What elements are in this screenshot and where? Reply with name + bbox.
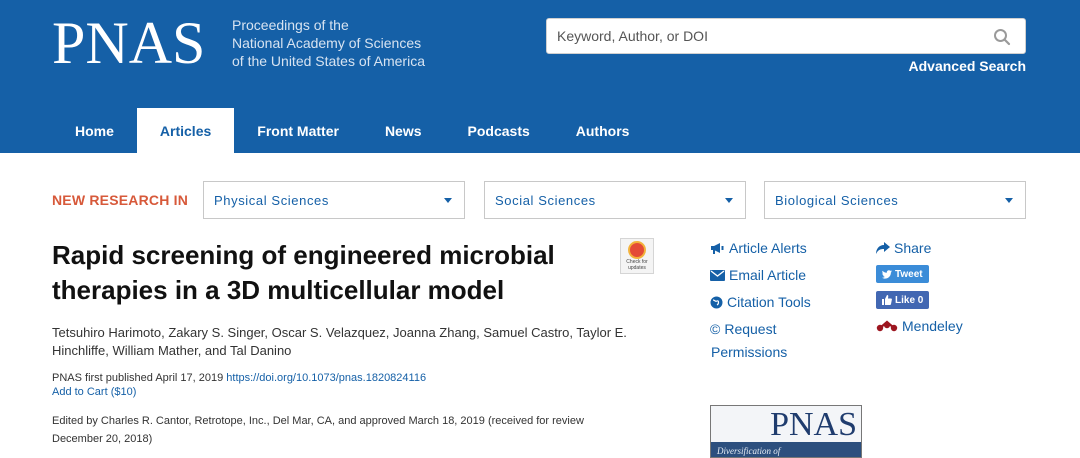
- crossmark-label: Check for updates: [626, 259, 648, 271]
- citation-tools-link[interactable]: Citation Tools: [710, 294, 811, 310]
- tab-articles[interactable]: Articles: [136, 108, 235, 153]
- tab-front-matter[interactable]: Front Matter: [234, 108, 362, 153]
- request-permissions-label-2: Permissions: [711, 344, 788, 360]
- biological-sciences-dropdown[interactable]: Biological Sciences: [764, 181, 1026, 219]
- globe-icon: [710, 296, 723, 308]
- chevron-down-icon: [1005, 198, 1013, 203]
- tagline-line-2: National Academy of Sciences: [232, 35, 422, 51]
- article-alerts-link[interactable]: Article Alerts: [710, 240, 807, 256]
- request-permissions-link-line-2[interactable]: Permissions: [711, 344, 787, 360]
- new-research-label: NEW RESEARCH IN: [52, 192, 189, 208]
- doi-link[interactable]: https://doi.org/10.1073/pnas.1820824116: [226, 372, 426, 384]
- mendeley-link[interactable]: Mendeley: [876, 318, 963, 334]
- envelope-icon: [710, 269, 725, 281]
- search-box: [546, 18, 1026, 54]
- mendeley-icon: [876, 320, 898, 332]
- chevron-down-icon: [725, 198, 733, 203]
- thumbs-up-icon: [882, 295, 892, 305]
- tab-authors[interactable]: Authors: [553, 108, 653, 153]
- tab-news[interactable]: News: [362, 108, 445, 153]
- share-arrow-icon: [876, 242, 890, 254]
- dropdown-label: Social Sciences: [495, 192, 596, 208]
- journal-tagline: Proceedings of the National Academy of S…: [232, 16, 425, 70]
- edited-by-note: Edited by Charles R. Cantor, Retrotope, …: [52, 415, 584, 445]
- check-for-updates-badge[interactable]: Check for updates: [620, 238, 654, 274]
- tagline-line-3: of the United States of America: [232, 53, 425, 69]
- email-article-link[interactable]: Email Article: [710, 267, 806, 283]
- twitter-bird-icon: [882, 269, 892, 279]
- email-article-label: Email Article: [729, 267, 807, 283]
- tweet-label: Tweet: [895, 268, 923, 280]
- dropdown-label: Biological Sciences: [775, 192, 899, 208]
- search-input[interactable]: [547, 19, 987, 53]
- tab-podcasts[interactable]: Podcasts: [445, 108, 553, 153]
- chevron-down-icon: [444, 198, 452, 203]
- cover-header: PNAS: [711, 406, 861, 442]
- mendeley-label: Mendeley: [902, 318, 963, 334]
- crossmark-icon: [628, 241, 646, 259]
- cover-band: Diversification of: [711, 442, 861, 457]
- add-to-cart-link[interactable]: Add to Cart ($10): [52, 386, 136, 398]
- author-list[interactable]: Tetsuhiro Harimoto, Zakary S. Singer, Os…: [52, 324, 652, 360]
- main-nav: Home Articles Front Matter News Podcasts…: [52, 108, 652, 153]
- publication-info: PNAS first published April 17, 2019 http…: [52, 370, 426, 386]
- tweet-button[interactable]: Tweet: [876, 265, 929, 283]
- share-label: Share: [894, 240, 932, 256]
- like-label: Like 0: [895, 294, 924, 306]
- dropdown-label: Physical Sciences: [214, 192, 329, 208]
- megaphone-icon: [711, 243, 724, 254]
- facebook-like-button[interactable]: Like 0: [876, 291, 930, 309]
- copyright-icon: ©: [710, 321, 721, 337]
- published-date: PNAS first published April 17, 2019: [52, 372, 224, 384]
- tagline-line-1: Proceedings of the: [232, 17, 349, 33]
- citation-tools-label: Citation Tools: [727, 294, 811, 310]
- social-sciences-dropdown[interactable]: Social Sciences: [484, 181, 746, 219]
- cover-logo: PNAS: [770, 406, 857, 443]
- article-alerts-label: Article Alerts: [729, 240, 807, 256]
- tab-home[interactable]: Home: [52, 108, 137, 153]
- request-permissions-link[interactable]: © Request: [710, 321, 776, 337]
- advanced-search-link[interactable]: Advanced Search: [909, 58, 1027, 74]
- article-title: Rapid screening of engineered microbial …: [52, 240, 555, 305]
- request-permissions-label-1: Request: [724, 321, 777, 337]
- journal-cover-thumbnail[interactable]: PNAS Diversification of: [710, 405, 862, 458]
- physical-sciences-dropdown[interactable]: Physical Sciences: [203, 181, 465, 219]
- pnas-logo[interactable]: PNAS: [52, 8, 205, 78]
- search-icon[interactable]: [993, 28, 1011, 46]
- site-header: PNAS Proceedings of the National Academy…: [0, 0, 1080, 153]
- share-link[interactable]: Share: [876, 240, 931, 256]
